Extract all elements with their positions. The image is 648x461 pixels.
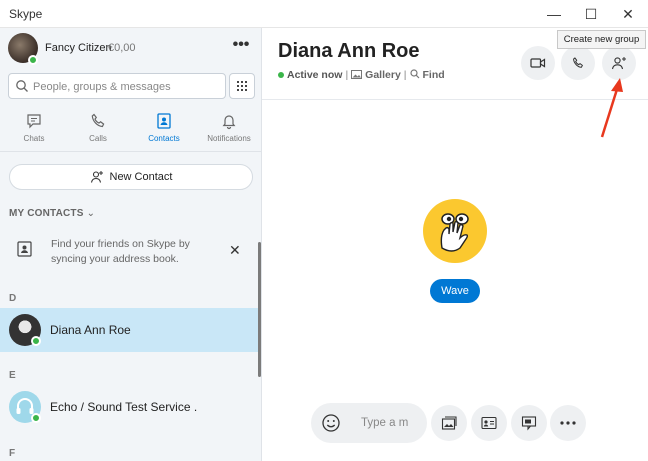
maximize-icon: ☐ (584, 5, 598, 22)
gallery-label: Gallery (365, 69, 401, 81)
tab-chats-label: Chats (23, 134, 45, 143)
group-letter: F (9, 448, 16, 459)
sync-contacts-banner: Find your friends on Skype by syncing yo… (0, 230, 261, 276)
create-group-tooltip: Create new group (557, 30, 646, 49)
wave-button[interactable]: Wave (430, 279, 480, 303)
dialpad-icon (237, 81, 247, 91)
separator: | (403, 69, 407, 81)
tab-chats[interactable]: Chats (2, 108, 66, 152)
gallery-link[interactable]: Gallery (351, 69, 401, 81)
online-status-icon (278, 72, 284, 79)
chat-subheader: Active now | Gallery | Find (278, 69, 445, 81)
emoticon-icon[interactable] (321, 413, 341, 433)
new-contact-button[interactable]: New Contact (9, 164, 253, 190)
send-contact-button[interactable] (471, 405, 507, 441)
active-status: Active now (287, 69, 343, 81)
contact-item-echo-sound-test-service[interactable]: Echo / Sound Test Service . (0, 385, 258, 429)
find-label: Find (422, 69, 445, 81)
tab-notifications-label: Notifications (207, 134, 251, 143)
message-input[interactable]: Type a m (361, 417, 408, 429)
tab-calls[interactable]: Calls (66, 108, 130, 152)
tab-contacts[interactable]: Contacts (132, 108, 196, 152)
send-media-button[interactable] (431, 405, 467, 441)
search-icon (409, 69, 419, 79)
skype-credit[interactable]: €0,00 (108, 42, 136, 54)
phone-icon (91, 113, 105, 128)
waving-emoji-icon[interactable] (422, 198, 488, 264)
more-actions-button[interactable] (550, 405, 586, 441)
dismiss-sync-button[interactable]: ✕ (229, 242, 241, 259)
gallery-icon (351, 70, 363, 79)
sidebar-scrollbar[interactable] (258, 242, 261, 377)
maximize-button[interactable]: ☐ (573, 0, 609, 28)
more-options-button[interactable]: ••• (229, 36, 253, 58)
video-call-button[interactable] (521, 46, 555, 80)
bell-icon (222, 115, 236, 130)
contact-card-icon (481, 416, 497, 430)
chevron-down-icon: ⌄ (86, 208, 96, 219)
tab-notifications[interactable]: Notifications (197, 108, 261, 152)
share-screen-button[interactable] (511, 405, 547, 441)
group-letter: D (9, 293, 17, 304)
group-letter: E (9, 370, 16, 381)
app-title: Skype (9, 7, 43, 21)
profile-name[interactable]: Fancy Citizen (45, 42, 112, 54)
image-icon (441, 416, 457, 430)
separator: | (345, 69, 349, 81)
online-status-icon (31, 413, 41, 423)
close-icon: ✕ (622, 5, 634, 22)
contact-name: Diana Ann Roe (50, 323, 131, 337)
new-contact-label: New Contact (109, 171, 173, 183)
online-status-icon (28, 55, 38, 65)
find-link[interactable]: Find (409, 69, 445, 81)
search-box[interactable]: People, groups & messages (8, 73, 226, 99)
nav-tabs: Chats Calls Contacts Notifications (0, 108, 261, 152)
sync-contacts-text: Find your friends on Skype by syncing yo… (51, 238, 190, 265)
more-icon (560, 421, 576, 425)
add-person-icon (90, 171, 103, 183)
dialpad-button[interactable] (229, 73, 255, 99)
add-person-icon (611, 57, 626, 70)
profile-bar: Fancy Citizen €0,00 ••• (0, 28, 261, 68)
tab-contacts-label: Contacts (148, 134, 180, 143)
chat-icon (27, 114, 41, 129)
contact-name: Echo / Sound Test Service . (50, 400, 198, 414)
minimize-icon: — (547, 6, 561, 22)
tab-calls-label: Calls (89, 134, 107, 143)
contacts-icon (157, 113, 171, 129)
annotation-arrow-icon (600, 78, 623, 138)
my-contacts-heading: MY CONTACTS (9, 208, 84, 219)
close-button[interactable]: ✕ (610, 0, 646, 28)
minimize-button[interactable]: — (536, 0, 572, 28)
screen-share-icon (521, 416, 537, 431)
sidebar: Fancy Citizen €0,00 ••• People, groups &… (0, 28, 262, 461)
title-bar: Skype — ☐ ✕ (0, 0, 648, 28)
contact-item-diana-ann-roe[interactable]: Diana Ann Roe (0, 308, 258, 352)
my-contacts-dropdown[interactable]: MY CONTACTS ⌄ (9, 208, 95, 219)
online-status-icon (31, 336, 41, 346)
search-input[interactable]: People, groups & messages (33, 81, 171, 93)
address-book-icon (17, 241, 32, 257)
compose-box[interactable]: Type a m (311, 403, 427, 443)
phone-icon (573, 57, 583, 68)
search-icon (16, 80, 28, 92)
video-camera-icon (530, 58, 546, 68)
chat-title[interactable]: Diana Ann Roe (278, 40, 420, 63)
